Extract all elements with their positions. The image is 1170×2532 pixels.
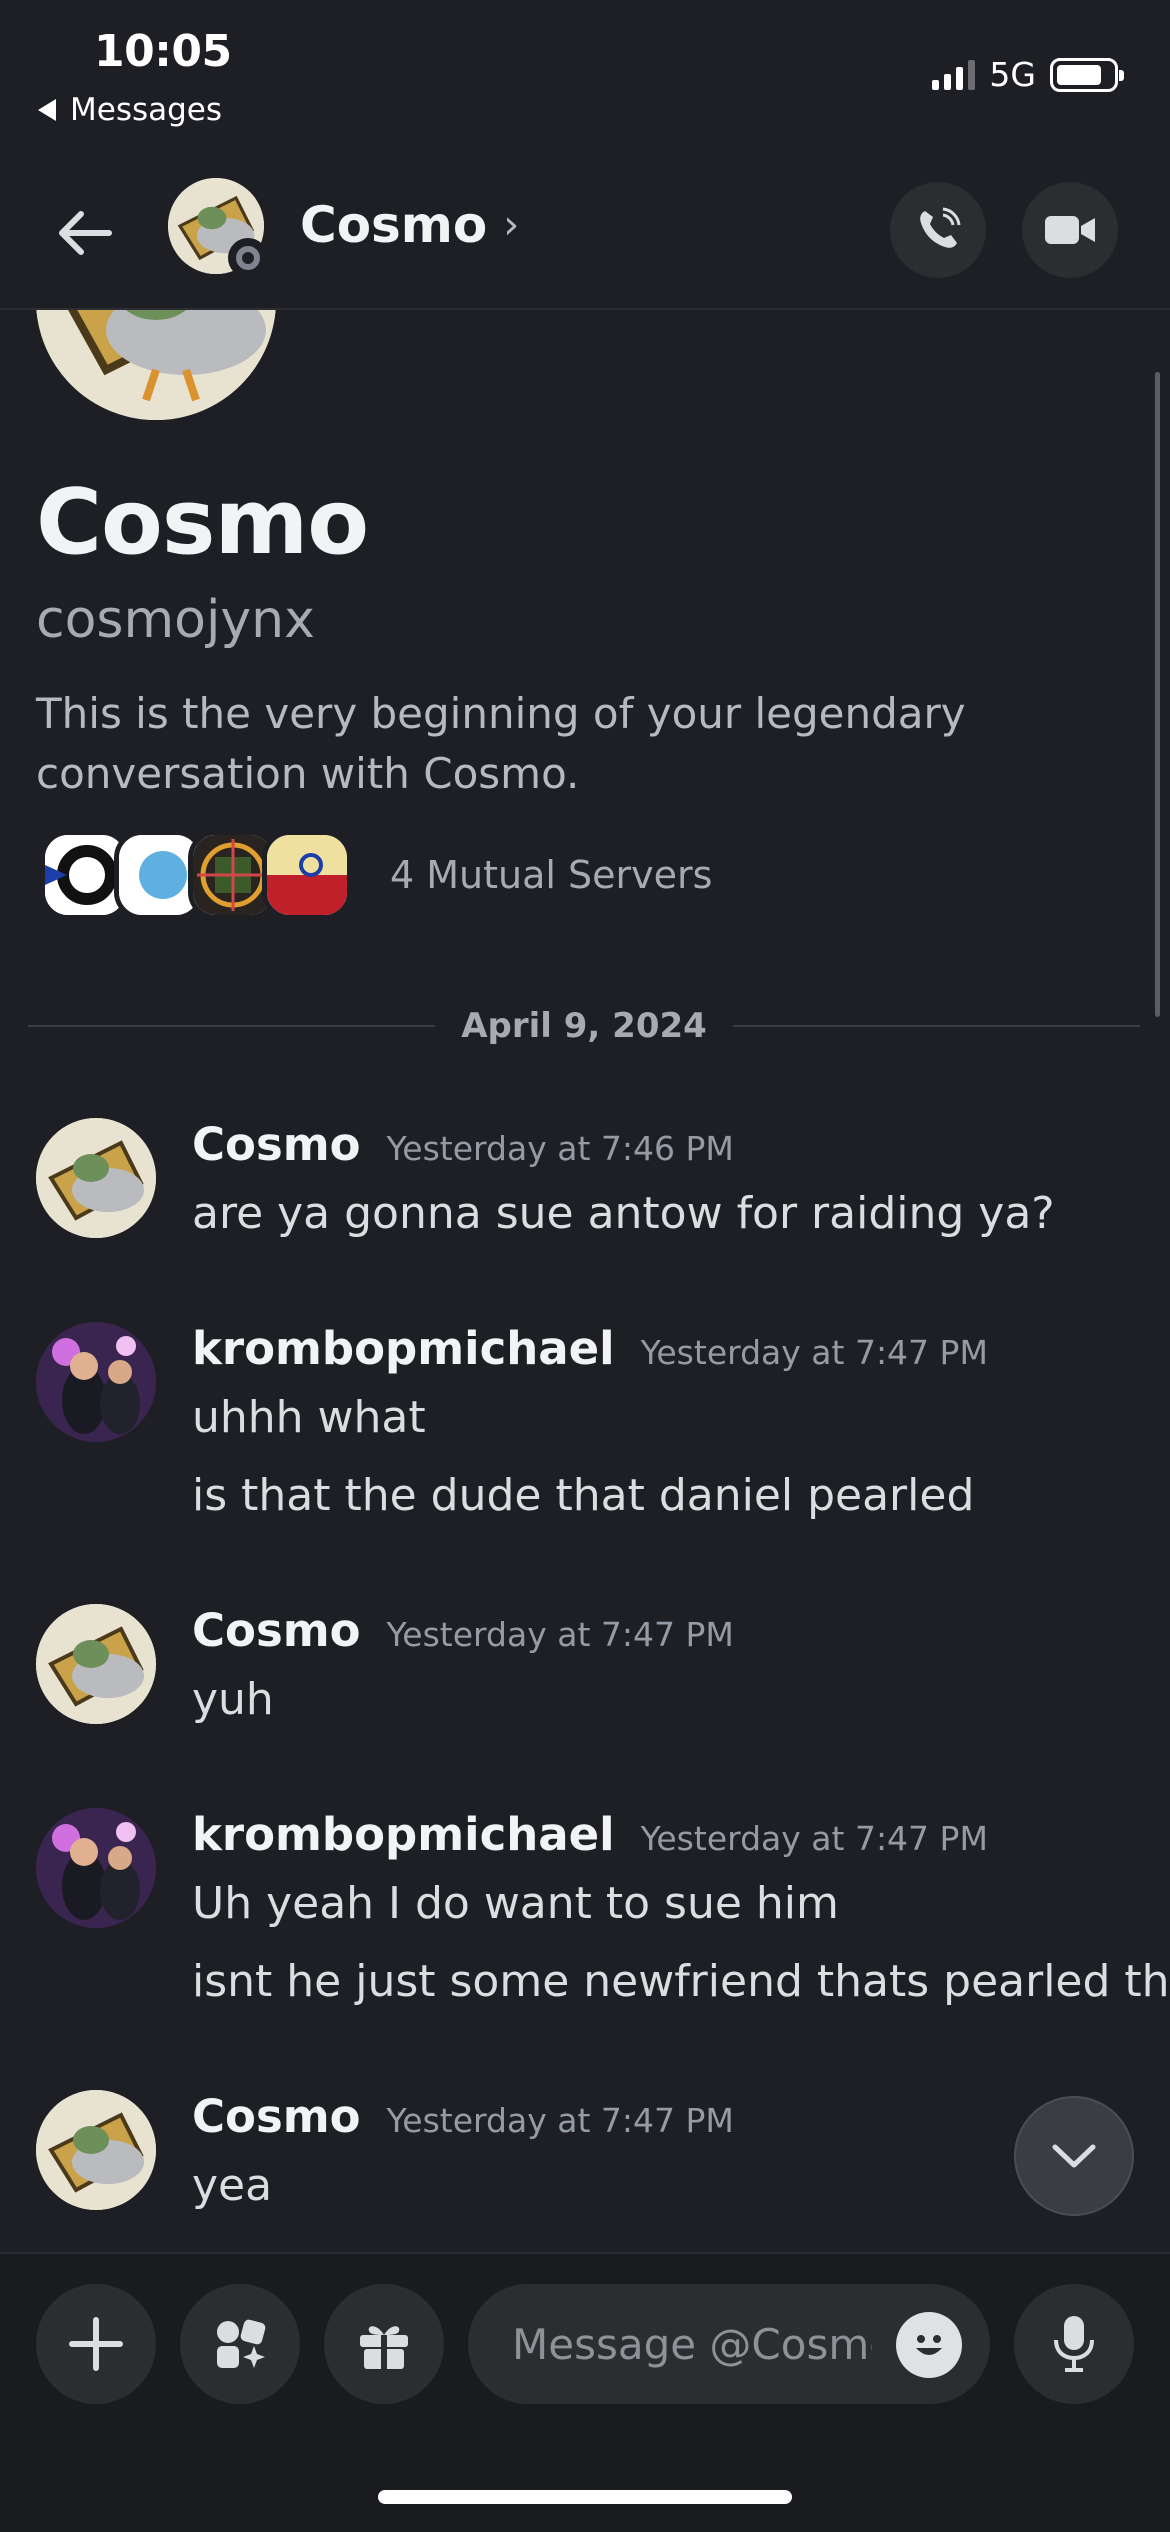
author-name[interactable]: Cosmo: [192, 2090, 361, 2143]
message-text[interactable]: uhhh what: [192, 1392, 426, 1443]
back-to-messages-link[interactable]: Messages: [38, 92, 222, 128]
mutual-servers-label: 4 Mutual Servers: [390, 853, 713, 897]
author-name[interactable]: Cosmo: [192, 1118, 361, 1171]
author-name[interactable]: krombopmichael: [192, 1808, 615, 1861]
message-timestamp: Yesterday at 7:46 PM: [386, 1129, 734, 1168]
message-header: Cosmo Yesterday at 7:46 PM: [192, 1118, 734, 1171]
message-timestamp: Yesterday at 7:47 PM: [640, 1819, 988, 1858]
message-header: krombopmichael Yesterday at 7:47 PM: [192, 1322, 988, 1375]
message-timestamp: Yesterday at 7:47 PM: [640, 1333, 988, 1372]
message-text[interactable]: Uh yeah I do want to sue him: [192, 1878, 839, 1929]
attach-button[interactable]: [36, 2284, 156, 2404]
author-avatar[interactable]: [36, 1604, 156, 1724]
apps-button[interactable]: [180, 2284, 300, 2404]
smiley-icon: [905, 2321, 953, 2369]
message-header: Cosmo Yesterday at 7:47 PM: [192, 2090, 734, 2143]
scrollbar[interactable]: [1155, 372, 1160, 1017]
author-name[interactable]: krombopmichael: [192, 1322, 615, 1375]
conversation-intro-text: This is the very beginning of your legen…: [36, 689, 966, 798]
voice-message-button[interactable]: [1014, 2284, 1134, 2404]
phone-icon: [920, 207, 961, 248]
chat-header: Cosmo ›: [0, 160, 1170, 310]
chevron-down-icon: [1052, 2144, 1096, 2168]
date-divider-label: April 9, 2024: [461, 1006, 707, 1046]
author-avatar[interactable]: [36, 2090, 156, 2210]
message-timestamp: Yesterday at 7:47 PM: [386, 1615, 734, 1654]
profile-display-name: Cosmo: [36, 470, 369, 575]
network-label: 5G: [989, 55, 1036, 94]
server-icon: [262, 830, 352, 920]
gift-icon: [360, 2326, 408, 2369]
home-indicator[interactable]: [378, 2490, 792, 2504]
plus-icon: [69, 2317, 123, 2371]
message-input-wrapper[interactable]: [468, 2284, 990, 2404]
message-header: Cosmo Yesterday at 7:47 PM: [192, 1604, 734, 1657]
header-title-text: Cosmo: [300, 196, 488, 254]
author-avatar[interactable]: [36, 1118, 156, 1238]
arrow-left-icon: [59, 211, 112, 255]
video-call-button[interactable]: [1022, 182, 1118, 278]
battery-icon: [1050, 57, 1124, 92]
chevron-right-icon: ›: [503, 202, 520, 248]
jump-to-present-button[interactable]: [1014, 2096, 1134, 2216]
mutual-servers[interactable]: 4 Mutual Servers: [40, 830, 712, 920]
author-name[interactable]: Cosmo: [192, 1604, 361, 1657]
gift-button[interactable]: [324, 2284, 444, 2404]
signal-icon: [932, 59, 976, 90]
status-indicators: 5G: [932, 55, 1124, 94]
author-avatar[interactable]: [36, 1808, 156, 1928]
message-header: krombopmichael Yesterday at 7:47 PM: [192, 1808, 988, 1861]
dm-screen: 10:05 Messages 5G Cosmo cosmojynx This i…: [0, 0, 1170, 2532]
message-text[interactable]: yea: [192, 2160, 272, 2211]
status-time: 10:05: [94, 26, 232, 77]
message-text[interactable]: are ya gonna sue antow for raiding ya?: [192, 1188, 1055, 1239]
author-avatar[interactable]: [36, 1322, 156, 1442]
video-camera-icon: [1045, 216, 1095, 244]
message-text[interactable]: isnt he just some newfriend thats pearle…: [192, 1956, 1170, 2007]
message-text[interactable]: yuh: [192, 1674, 274, 1725]
microphone-icon: [1054, 2316, 1094, 2372]
message-input[interactable]: [512, 2319, 872, 2369]
apps-icon: [217, 2319, 266, 2368]
message-timestamp: Yesterday at 7:47 PM: [386, 2101, 734, 2140]
back-triangle-icon: [38, 99, 56, 121]
date-divider: April 9, 2024: [28, 1006, 1141, 1046]
message-text[interactable]: is that the dude that daniel pearled: [192, 1470, 974, 1521]
back-app-label: Messages: [70, 92, 223, 128]
offline-status-icon: [228, 238, 268, 278]
profile-username: cosmojynx: [36, 590, 315, 650]
back-button[interactable]: [50, 198, 120, 268]
voice-call-button[interactable]: [890, 182, 986, 278]
header-title[interactable]: Cosmo ›: [300, 196, 519, 254]
emoji-button[interactable]: [896, 2312, 962, 2378]
